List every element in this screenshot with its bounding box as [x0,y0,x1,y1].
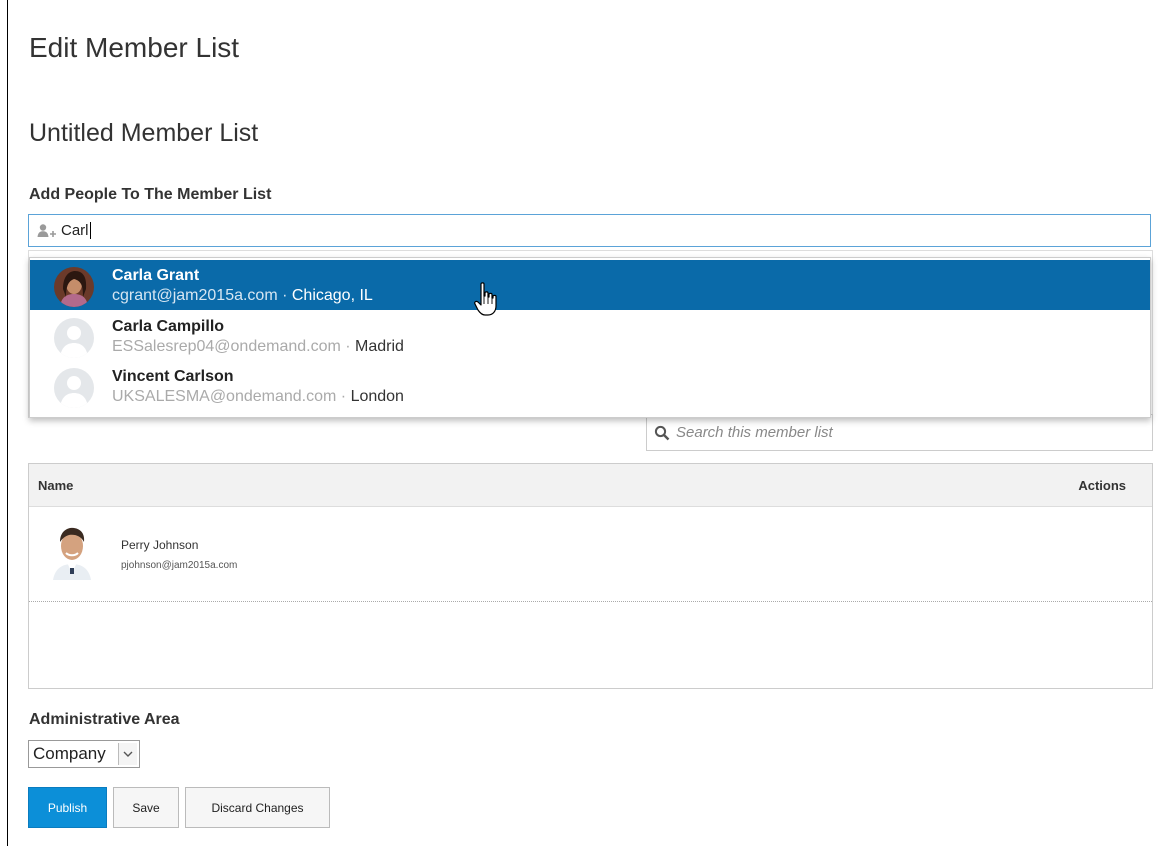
search-input[interactable] [674,423,1138,442]
avatar [54,267,94,307]
table-header: Name Actions [29,464,1152,507]
add-people-input-value: Carl [61,222,89,239]
admin-area-select[interactable]: Company [28,740,140,768]
suggestion-item[interactable]: Carla Campillo ESSalesrep04@ondemand.com… [30,311,1150,361]
suggestion-item[interactable]: Carla Grant cgrant@jam2015a.com · Chicag… [30,260,1150,310]
avatar-placeholder [54,368,94,408]
suggestion-email: UKSALESMA@ondemand.com [112,388,337,405]
suggestion-name: Carla Campillo [112,318,225,335]
save-button[interactable]: Save [113,787,179,828]
suggestion-email: cgrant@jam2015a.com [112,287,278,304]
page-title: Edit Member List [29,32,240,63]
text-caret [89,222,91,239]
window-border [7,0,8,846]
suggestion-dropdown: Carla Grant cgrant@jam2015a.com · Chicag… [29,257,1151,418]
suggestion-separator: · [340,338,356,355]
avatar [47,522,97,580]
suggestion-location: Chicago, IL [291,287,373,304]
suggestion-name: Carla Grant [112,267,200,284]
add-people-label: Add People To The Member List [29,186,272,203]
add-user-icon [37,223,57,239]
member-name: Perry Johnson [121,538,199,552]
suggestion-separator: · [277,287,292,304]
suggestion-separator: · [336,388,351,405]
discard-changes-button[interactable]: Discard Changes [185,787,330,828]
add-people-input[interactable]: Carl [28,214,1151,247]
suggestion-location: Madrid [355,338,404,355]
suggestion-item[interactable]: Vincent Carlson UKSALESMA@ondemand.com ·… [30,361,1150,411]
column-name-header[interactable]: Name [38,478,73,493]
admin-area-value: Company [33,744,106,763]
suggestion-location: London [350,388,404,405]
publish-button[interactable]: Publish [28,787,107,828]
suggestion-name: Vincent Carlson [112,368,234,385]
column-actions-header: Actions [1078,477,1126,493]
table-row[interactable]: Perry Johnson pjohnson@jam2015a.com [29,507,1152,602]
suggestion-email: ESSalesrep04@ondemand.com [112,338,341,355]
hand-cursor-icon [474,282,500,318]
chevron-down-icon[interactable] [118,743,137,765]
member-email: pjohnson@jam2015a.com [121,560,238,571]
member-list-name[interactable]: Untitled Member List [29,119,258,148]
avatar-placeholder [54,318,94,358]
admin-area-label: Administrative Area [29,711,180,728]
member-table: Name Actions Perry Johnson pjohnson@jam2… [28,463,1153,689]
search-icon [654,425,670,441]
search-member-list[interactable] [646,414,1153,451]
